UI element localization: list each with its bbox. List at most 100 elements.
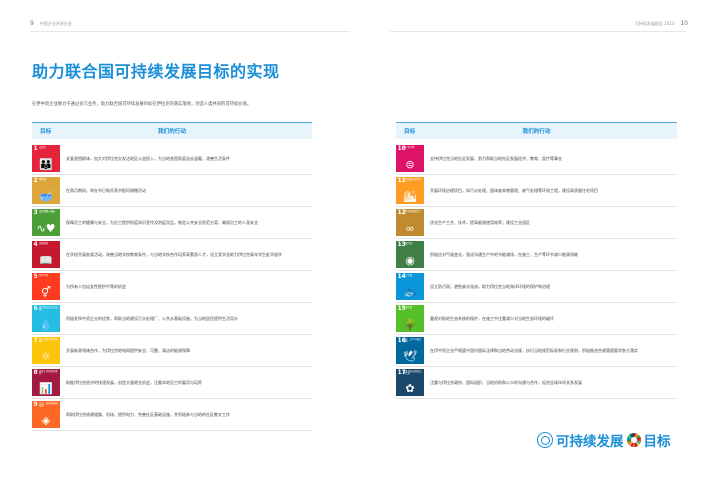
goal-label: 陆地生物 <box>403 305 413 309</box>
goal-row: 6 清洁饮水和卫生设施 💧 积极发挥中资企业的优势，帮助当地建设污水处理厂、公共水基础… <box>32 303 312 335</box>
goal-label: 优质教育 <box>39 241 49 245</box>
sdg-6-tile: 6 清洁饮水和卫生设施 💧 <box>32 305 60 332</box>
fish-icon: 🐟 <box>403 286 417 299</box>
climate-eye-icon: ◉ <box>405 254 415 267</box>
goal-row: 2 零饥饿 🥣 在斋月期间，举办节日和开斋节慰问捐赠活动 <box>32 175 312 207</box>
goal-column-header: 目标 <box>40 129 52 135</box>
goal-label: 清洁饮水和卫生设施 <box>39 305 58 312</box>
header-divider-left <box>30 31 350 32</box>
goal-label: 产业、创新和基础设施 <box>39 401 58 408</box>
goal-number: 3 <box>33 209 38 216</box>
dove-icon: 🕊 <box>403 350 417 363</box>
goal-action-text: 开展新源领域合作，为伊拉克地电网提供安全、可靠、清洁的能源保障 <box>66 347 190 353</box>
sdg-7-tile: 7 经济适用的清洁能源 ☼ <box>32 337 60 364</box>
goal-label: 良好健康与福祉 <box>39 209 56 213</box>
partnership-icon: ✿ <box>405 382 415 395</box>
sdg-4-tile: 4 优质教育 📖 <box>32 241 60 268</box>
left-page-number: 9 <box>30 20 34 27</box>
sdg-17-tile: 17 促进目标实现的伙伴关系 ✿ <box>396 369 424 396</box>
action-column-header: 我们的行动 <box>522 129 551 135</box>
tree-icon: 🌳 <box>403 318 417 331</box>
goal-label: 促进目标实现的伙伴关系 <box>403 369 422 376</box>
goal-row: 5 性别平等 ⚥ 为所有人包括女性提供平等的机会 <box>32 271 312 303</box>
goal-label: 水下生物 <box>403 273 413 277</box>
left-header-text: 中国企业共享社会 <box>39 20 72 26</box>
sdg-table-left: 目标 我们的行动 1 无贫穷 👪 关爱贫困群体，加大对伊拉克欠发达地区公益投入，为当地… <box>32 122 312 431</box>
heartbeat-icon: ∿♥ <box>36 222 56 235</box>
goal-action-text: 为所有人包括女性提供平等的机会 <box>66 283 126 289</box>
header-left: 9 中国企业共享社会 <box>30 20 72 27</box>
infrastructure-icon: ◈ <box>41 414 51 427</box>
gender-equality-icon: ⚥ <box>41 286 51 299</box>
right-header-text: 可持续发展报告 2023 <box>634 20 675 26</box>
goal-action-text: 帮助伊拉克修建道路、机场、提供电力、完善社区基础设施，并积极参与当地的社区教文工… <box>66 411 230 417</box>
goal-row: 7 经济适用的清洁能源 ☼ 开展新源领域合作，为伊拉克地电网提供安全、可靠、清洁的能源… <box>32 335 312 367</box>
sdg-logo: 可持续发展 目标 <box>537 430 671 450</box>
goal-action-text: 注重与伊拉克政府、国际组织、当地机构和公众的沟通与合作，促进全球伙伴关系发展 <box>430 379 582 385</box>
goal-action-text: 保障员工的健康与安全，为员工提供防疫知识宣传及防疫用品，制定公共安全防范方案，确… <box>66 219 258 225</box>
goal-number: 1 <box>33 145 38 152</box>
sdg-13-tile: 13 气候行动 ◉ <box>396 241 424 268</box>
sdg-3-tile: 3 良好健康与福祉 ∿♥ <box>32 209 60 236</box>
sdg-14-tile: 14 水下生物 🐟 <box>396 273 424 300</box>
goal-label: 气候行动 <box>403 241 413 245</box>
un-emblem-icon <box>537 432 553 448</box>
goal-row: 1 无贫穷 👪 关爱贫困群体，加大对伊拉克欠发达地区公益投入，为当地贫困家庭送去温暖，… <box>32 143 312 175</box>
goal-action-text: 优化生产工艺、技术，提高能源使用效率；建设工业园区 <box>430 219 530 225</box>
goal-action-text: 积极发挥中资企业的优势，帮助当地建设污水处理厂、公共水基础设施，为当地居民提供生… <box>66 315 238 321</box>
city-icon: 🏙 <box>403 190 417 203</box>
goal-action-text: 助推伊拉克经济的快速发展，创造大量就业机会，注重本地员工的雇用与培养 <box>66 379 202 385</box>
goal-number: 6 <box>33 305 38 312</box>
sdg-11-tile: 11 可持续城市和社区 🏙 <box>396 177 424 204</box>
goal-number: 5 <box>33 273 38 280</box>
header-divider-right <box>390 31 686 32</box>
sdg-table-right: 目标 我们的行动 10 减少不平等 ⊜ 支持伊拉克当地社区发展，努力帮助当地社区发展经… <box>396 122 677 399</box>
table-header: 目标 我们的行动 <box>396 122 677 139</box>
goal-row: 4 优质教育 📖 在学校开展各类活动，改善当地学校教育条件，与当地学校合作培养高素质人… <box>32 239 312 271</box>
sdg-wheel-icon <box>626 433 641 447</box>
goal-number: 4 <box>33 241 38 248</box>
page-title: 助力联合国可持续发展目标的实现 <box>32 62 280 81</box>
sdg-1-tile: 1 无贫穷 👪 <box>32 145 60 172</box>
sdg-15-tile: 15 陆地生物 🌳 <box>396 305 424 332</box>
goal-label: 无贫穷 <box>39 145 46 149</box>
goal-label: 体面工作和经济增长 <box>39 369 58 376</box>
goal-number: 2 <box>33 177 38 184</box>
goal-row: 8 体面工作和经济增长 📊 助推伊拉克经济的快速发展，创造大量就业机会，注重本地员工的… <box>32 367 312 399</box>
goal-number: 9 <box>33 401 38 408</box>
goal-action-text: 设立防污网，避免废水溢流，助力伊拉克当地海洋环境的保护和治理 <box>430 283 550 289</box>
sdg-16-tile: 16 和平、正义与强大机构 🕊 <box>396 337 424 364</box>
goal-row: 11 可持续城市和社区 🏙 开展环境治理项目，如污水处理、固体废弃物管理、废气处理等环… <box>396 175 677 207</box>
goal-label: 可持续城市和社区 <box>403 177 422 181</box>
sdg-12-tile: 12 负责任消费和生产 ∞ <box>396 209 424 236</box>
goal-row: 16 和平、正义与强大机构 🕊 在伊中资企业严格遵守国内国际法律和当地劳动法规，执行当… <box>396 335 677 367</box>
right-page-number: 10 <box>680 20 688 27</box>
sdg-8-tile: 8 体面工作和经济增长 📊 <box>32 369 60 396</box>
goal-rows-left: 1 无贫穷 👪 关爱贫困群体，加大对伊拉克欠发达地区公益投入，为当地贫困家庭送去温暖，… <box>32 143 312 431</box>
book-icon: 📖 <box>39 254 53 267</box>
goal-action-text: 开展环境治理项目，如污水处理、固体废弃物管理、废气处理等环保工程，建设高质量住宅… <box>430 187 598 193</box>
goal-rows-right: 10 减少不平等 ⊜ 支持伊拉克当地社区发展，努力帮助当地社区发展经济、教育、医疗等事… <box>396 143 677 399</box>
goal-row: 13 气候行动 ◉ 积极应对气候变化，强化沟通生产中的节能减排，在施工、生产等环节减少… <box>396 239 677 271</box>
reduced-inequality-icon: ⊜ <box>405 158 415 171</box>
goal-number: 8 <box>33 369 38 376</box>
logo-text-goals: 目标 <box>643 434 671 450</box>
goal-label: 负责任消费和生产 <box>403 209 422 213</box>
header-right: 可持续发展报告 2023 10 <box>635 20 688 27</box>
table-header: 目标 我们的行动 <box>32 122 312 139</box>
goal-number: 7 <box>33 337 38 344</box>
water-icon: 💧 <box>39 318 53 331</box>
energy-icon: ☼ <box>41 350 51 363</box>
goal-action-text: 重视对陆地生态系统的保护，在施工中注重减少对当地生态环境的破坏 <box>430 315 554 321</box>
goal-row: 12 负责任消费和生产 ∞ 优化生产工艺、技术，提高能源使用效率；建设工业园区 <box>396 207 677 239</box>
goal-row: 14 水下生物 🐟 设立防污网，避免废水溢流，助力伊拉克当地海洋环境的保护和治理 <box>396 271 677 303</box>
goal-action-text: 在伊中资企业严格遵守国内国际法律和当地劳动法规，执行当地规范标准和行业规则，积极… <box>430 347 638 353</box>
sdg-2-tile: 2 零饥饿 🥣 <box>32 177 60 204</box>
goal-label: 和平、正义与强大机构 <box>403 337 422 344</box>
growth-chart-icon: 📊 <box>39 382 53 395</box>
sdg-5-tile: 5 性别平等 ⚥ <box>32 273 60 300</box>
goal-action-text: 关爱贫困群体，加大对伊拉克欠发达地区公益投入，为当地贫困家庭送去温暖，改善生活条… <box>66 155 230 161</box>
goal-action-text: 积极应对气候变化，强化沟通生产中的节能减排，在施工、生产等环节减少能源消耗 <box>430 251 578 257</box>
action-column-header: 我们的行动 <box>158 129 186 135</box>
goal-column-header: 目标 <box>404 129 416 135</box>
